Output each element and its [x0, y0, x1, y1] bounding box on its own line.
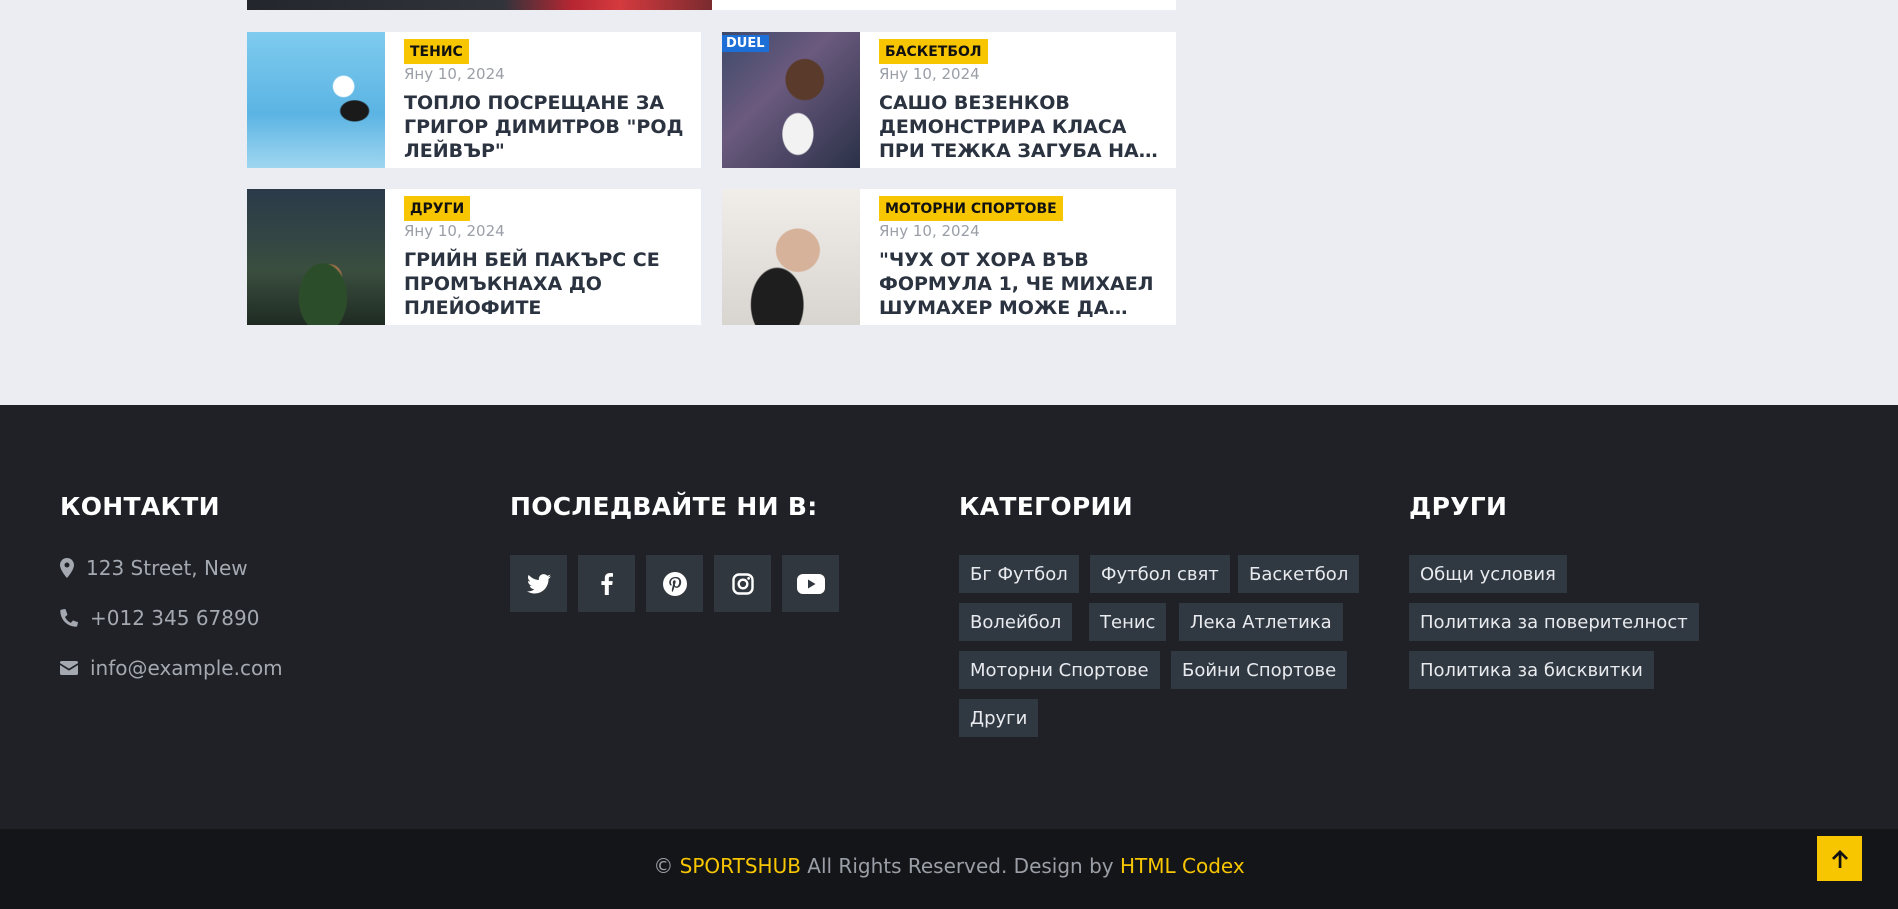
twitter-button[interactable] — [510, 555, 567, 612]
category-badge[interactable]: МОТОРНИ СПОРТОВЕ — [879, 196, 1063, 221]
copyright-text: © SPORTSHUB All Rights Reserved. Design … — [0, 854, 1898, 878]
news-title-link[interactable]: "ЧУХ ОТ ХОРА ВЪВ ФОРМУЛА 1, ЧЕ МИХАЕЛ ШУ… — [879, 248, 1164, 320]
cookie-policy-link[interactable]: Политика за бисквитки — [1409, 651, 1654, 689]
category-tag[interactable]: Бойни Спортове — [1171, 651, 1348, 689]
previous-card-image[interactable] — [247, 0, 712, 10]
youtube-icon — [796, 573, 825, 594]
news-thumbnail[interactable] — [247, 189, 385, 325]
facebook-icon — [600, 572, 613, 595]
brand-link[interactable]: SPORTSHUB — [680, 854, 801, 878]
email-text[interactable]: info@example.com — [90, 656, 283, 680]
twitter-icon — [526, 573, 551, 593]
contacts-heading: КОНТАКТИ — [60, 492, 220, 521]
phone-text: +012 345 67890 — [90, 606, 260, 630]
news-date: Яну 10, 2024 — [404, 65, 505, 83]
privacy-policy-link[interactable]: Политика за поверителност — [1409, 603, 1699, 641]
news-card[interactable]: МОТОРНИ СПОРТОВЕ Яну 10, 2024 "ЧУХ ОТ ХО… — [722, 189, 1176, 325]
phone-icon — [60, 609, 78, 627]
instagram-icon — [731, 572, 754, 595]
pinterest-icon — [662, 571, 687, 596]
designer-link[interactable]: HTML Codex — [1120, 854, 1245, 878]
category-tag[interactable]: Лека Атлетика — [1179, 603, 1343, 641]
news-thumbnail[interactable]: DUEL — [722, 32, 860, 168]
others-heading: ДРУГИ — [1409, 492, 1508, 521]
social-links — [510, 555, 839, 612]
news-thumbnail[interactable] — [247, 32, 385, 168]
phone-line: +012 345 67890 — [60, 606, 259, 630]
news-date: Яну 10, 2024 — [879, 65, 980, 83]
news-date: Яну 10, 2024 — [879, 222, 980, 240]
category-tag[interactable]: Футбол свят — [1090, 555, 1230, 593]
email-line: info@example.com — [60, 656, 283, 680]
category-badge[interactable]: ТЕНИС — [404, 39, 469, 64]
category-tag[interactable]: Моторни Спортове — [959, 651, 1160, 689]
news-title-link[interactable]: САШО ВЕЗЕНКОВ ДЕМОНСТРИРА КЛАСА ПРИ ТЕЖК… — [879, 91, 1164, 163]
news-date: Яну 10, 2024 — [404, 222, 505, 240]
contacts-column: КОНТАКТИ 123 Street, New +012 345 67890 … — [60, 492, 440, 680]
pinterest-button[interactable] — [646, 555, 703, 612]
category-badge[interactable]: ДРУГИ — [404, 196, 471, 221]
category-tag[interactable]: Волейбол — [959, 603, 1073, 641]
copyright-symbol: © — [653, 854, 674, 878]
copyright-bar: © SPORTSHUB All Rights Reserved. Design … — [0, 829, 1898, 909]
news-title-link[interactable]: ТОПЛО ПОСРЕЩАНЕ ЗА ГРИГОР ДИМИТРОВ "РОД … — [404, 91, 689, 163]
facebook-button[interactable] — [578, 555, 635, 612]
category-tag[interactable]: Други — [959, 699, 1039, 737]
categories-heading: КАТЕГОРИИ — [959, 492, 1133, 521]
category-badge[interactable]: БАСКЕТБОЛ — [879, 39, 988, 64]
news-card[interactable]: DUEL БАСКЕТБОЛ Яну 10, 2024 САШО ВЕЗЕНКО… — [722, 32, 1176, 168]
follow-column: ПОСЛЕДВАЙТЕ НИ В: — [510, 492, 890, 521]
site-footer: КОНТАКТИ 123 Street, New +012 345 67890 … — [0, 405, 1898, 829]
instagram-button[interactable] — [714, 555, 771, 612]
arrow-up-icon — [1831, 849, 1848, 868]
youtube-button[interactable] — [782, 555, 839, 612]
terms-link[interactable]: Общи условия — [1409, 555, 1567, 593]
news-card[interactable]: ДРУГИ Яну 10, 2024 ГРИЙН БЕЙ ПАКЪРС СЕ П… — [247, 189, 701, 325]
others-column: ДРУГИ — [1409, 492, 1829, 521]
map-marker-icon — [60, 558, 74, 578]
news-title-link[interactable]: ГРИЙН БЕЙ ПАКЪРС СЕ ПРОМЪКНАХА ДО ПЛЕЙОФ… — [404, 248, 689, 320]
previous-card-strip[interactable] — [247, 0, 1176, 10]
category-tag[interactable]: Тенис — [1089, 603, 1167, 641]
follow-heading: ПОСЛЕДВАЙТЕ НИ В: — [510, 492, 818, 521]
rights-text: All Rights Reserved. Design by — [807, 854, 1114, 878]
address-text: 123 Street, New — [86, 556, 248, 580]
news-card[interactable]: ТЕНИС Яну 10, 2024 ТОПЛО ПОСРЕЩАНЕ ЗА ГР… — [247, 32, 701, 168]
category-tag[interactable]: Баскетбол — [1238, 555, 1360, 593]
news-thumbnail[interactable] — [722, 189, 860, 325]
envelope-icon — [60, 661, 78, 675]
categories-column: КАТЕГОРИИ — [959, 492, 1379, 521]
back-to-top-button[interactable] — [1817, 836, 1862, 881]
image-badge: DUEL — [722, 35, 769, 52]
address-line: 123 Street, New — [60, 556, 248, 580]
news-grid: ТЕНИС Яну 10, 2024 ТОПЛО ПОСРЕЩАНЕ ЗА ГР… — [0, 0, 1898, 405]
category-tag[interactable]: Бг Футбол — [959, 555, 1079, 593]
